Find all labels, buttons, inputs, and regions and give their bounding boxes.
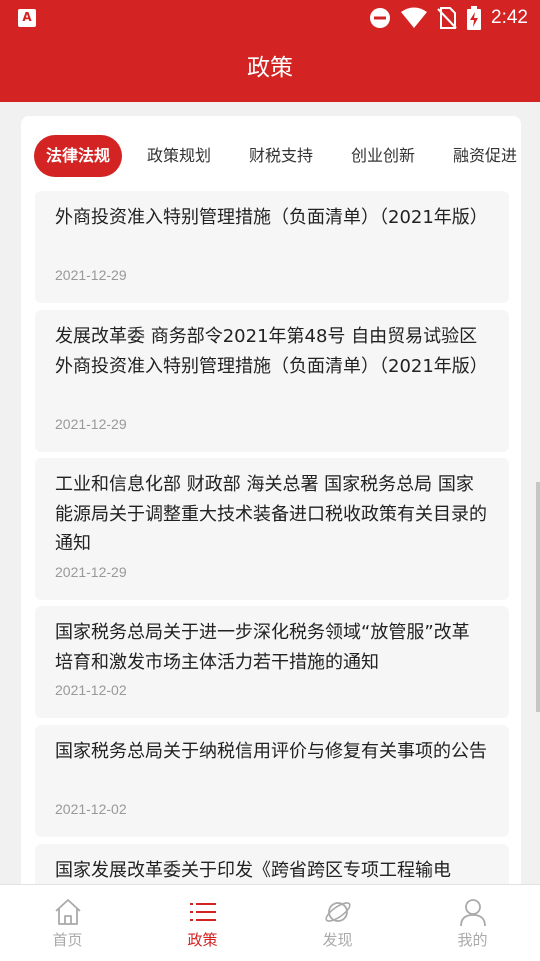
clock: 2:42 (491, 7, 528, 28)
nav-discover-label: 发现 (322, 931, 353, 949)
scrollbar[interactable] (536, 482, 540, 712)
article-card[interactable]: 外商投资准入特别管理措施（负面清单）（2021年版） 2021-12-29 (35, 191, 509, 303)
status-bar: A 2:42 (0, 0, 540, 36)
nav-home[interactable]: 首页 (0, 885, 135, 961)
article-title: 工业和信息化部 财政部 海关总署 国家税务总局 国家能源局关于调整重大技术装备进… (55, 474, 487, 554)
article-card[interactable]: 工业和信息化部 财政部 海关总署 国家税务总局 国家能源局关于调整重大技术装备进… (35, 458, 509, 600)
list-icon (190, 903, 216, 921)
no-sim-icon (437, 7, 457, 29)
tab-financing[interactable]: 融资促进 (453, 135, 517, 177)
home-icon (55, 899, 81, 925)
article-title: 发展改革委 商务部令2021年第48号 自由贸易试验区外商投资准入特别管理措施（… (55, 326, 488, 377)
article-date: 2021-12-02 (55, 801, 127, 817)
article-date: 2021-12-29 (55, 267, 127, 283)
article-card[interactable]: 国家税务总局关于进一步深化税务领域“放管服”改革 培育和激发市场主体活力若干措施… (35, 606, 509, 718)
article-title: 国家税务总局关于纳税信用评价与修复有关事项的公告 (55, 741, 487, 762)
article-date: 2021-12-02 (55, 682, 127, 698)
nav-home-label: 首页 (52, 931, 83, 949)
nav-policy-label: 政策 (187, 931, 218, 949)
tab-fiscal-support[interactable]: 财税支持 (249, 135, 313, 177)
article-title: 国家发展改革委关于印发《跨省跨区专项工程输电 (55, 860, 451, 881)
article-date: 2021-12-29 (55, 564, 127, 580)
do-not-disturb-icon (370, 8, 391, 28)
tab-laws[interactable]: 法律法规 (34, 135, 123, 177)
nav-policy[interactable]: 政策 (135, 885, 270, 961)
nav-me-label: 我的 (457, 931, 488, 949)
nav-me[interactable]: 我的 (405, 885, 540, 961)
article-title: 外商投资准入特别管理措施（负面清单）（2021年版） (55, 207, 488, 228)
status-icons: 2:42 (369, 6, 528, 30)
article-card[interactable]: 国家发展改革委关于印发《跨省跨区专项工程输电 (35, 844, 509, 884)
article-card[interactable]: 国家税务总局关于纳税信用评价与修复有关事项的公告 2021-12-02 (35, 725, 509, 837)
policy-panel: 法律法规 政策规划 财税支持 创业创新 融资促进 外商投资准入特别管理措施（负面… (21, 116, 521, 884)
content-area[interactable]: 法律法规 政策规划 财税支持 创业创新 融资促进 外商投资准入特别管理措施（负面… (0, 102, 540, 884)
planet-icon (325, 902, 351, 922)
article-title: 国家税务总局关于进一步深化税务领域“放管服”改革 培育和激发市场主体活力若干措施… (55, 622, 470, 673)
wifi-icon (401, 7, 428, 28)
tab-policy-planning[interactable]: 政策规划 (147, 135, 211, 177)
bottom-nav: 首页 政策 发现 我的 (0, 884, 540, 961)
tab-entrepreneurship[interactable]: 创业创新 (351, 135, 415, 177)
page-title: 政策 (0, 36, 540, 102)
article-card[interactable]: 发展改革委 商务部令2021年第48号 自由贸易试验区外商投资准入特别管理措施（… (35, 310, 509, 452)
nav-discover[interactable]: 发现 (270, 885, 405, 961)
category-tabs[interactable]: 法律法规 政策规划 财税支持 创业创新 融资促进 (21, 116, 521, 192)
user-icon (460, 899, 486, 927)
article-date: 2021-12-29 (55, 416, 127, 432)
app-notification-icon: A (18, 9, 36, 27)
battery-charging-icon (467, 6, 482, 30)
